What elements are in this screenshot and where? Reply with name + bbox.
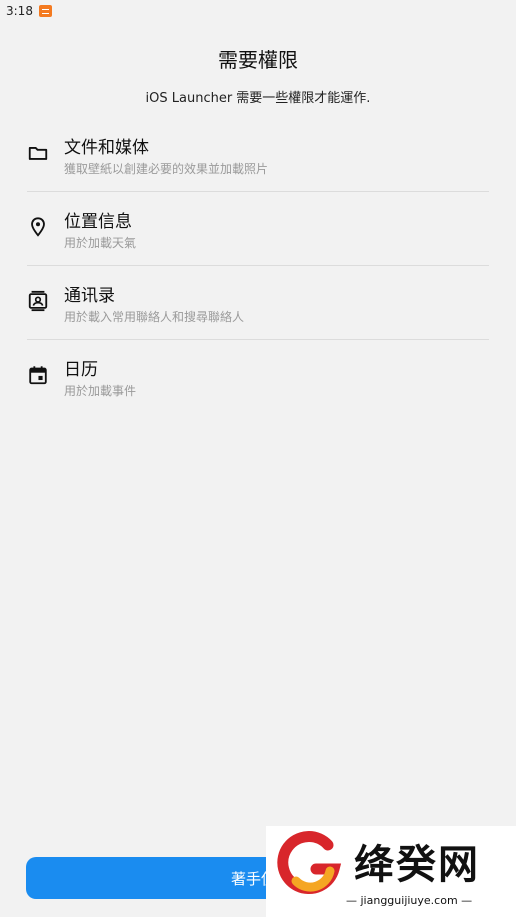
calendar-icon [29, 366, 47, 385]
watermark-logo-icon [277, 831, 342, 895]
contacts-icon [28, 290, 48, 312]
watermark-url: — jiangguijiuye.com — [346, 894, 473, 907]
permission-desc: 獲取壁紙以創建必要的效果並加載照片 [64, 162, 269, 176]
page-title: 需要權限 [218, 48, 298, 72]
watermark: 绛癸网 — jiangguijiuye.com — [266, 826, 516, 917]
permission-item-location[interactable]: 位置信息 用於加載天氣 [27, 192, 489, 266]
notification-app-icon [38, 5, 52, 17]
permission-title: 位置信息 [64, 212, 132, 232]
status-time: 3:18 [6, 4, 33, 18]
permission-item-files[interactable]: 文件和媒体 獲取壁紙以創建必要的效果並加載照片 [27, 118, 489, 192]
permission-list: 文件和媒体 獲取壁紙以創建必要的效果並加載照片 位置信息 用於加載天氣 通讯录 … [27, 118, 489, 413]
folder-icon [28, 147, 48, 160]
permission-title: 通讯录 [64, 286, 115, 306]
permission-desc: 用於加載事件 [64, 384, 137, 398]
page-subtitle: iOS Launcher 需要一些權限才能運作. [145, 91, 371, 106]
status-bar: 3:18 [0, 0, 516, 22]
location-pin-icon [31, 217, 45, 237]
permission-desc: 用於載入常用聯絡人和搜尋聯絡人 [64, 310, 245, 324]
permission-title: 日历 [64, 360, 98, 380]
watermark-url-text: jiangguijiuye.com [360, 894, 458, 907]
watermark-text: 绛癸网 [354, 842, 480, 888]
permission-item-contacts[interactable]: 通讯录 用於載入常用聯絡人和搜尋聯絡人 [27, 266, 489, 340]
permission-item-calendar[interactable]: 日历 用於加載事件 [27, 340, 489, 413]
permission-desc: 用於加載天氣 [64, 236, 137, 250]
permission-title: 文件和媒体 [64, 138, 149, 158]
